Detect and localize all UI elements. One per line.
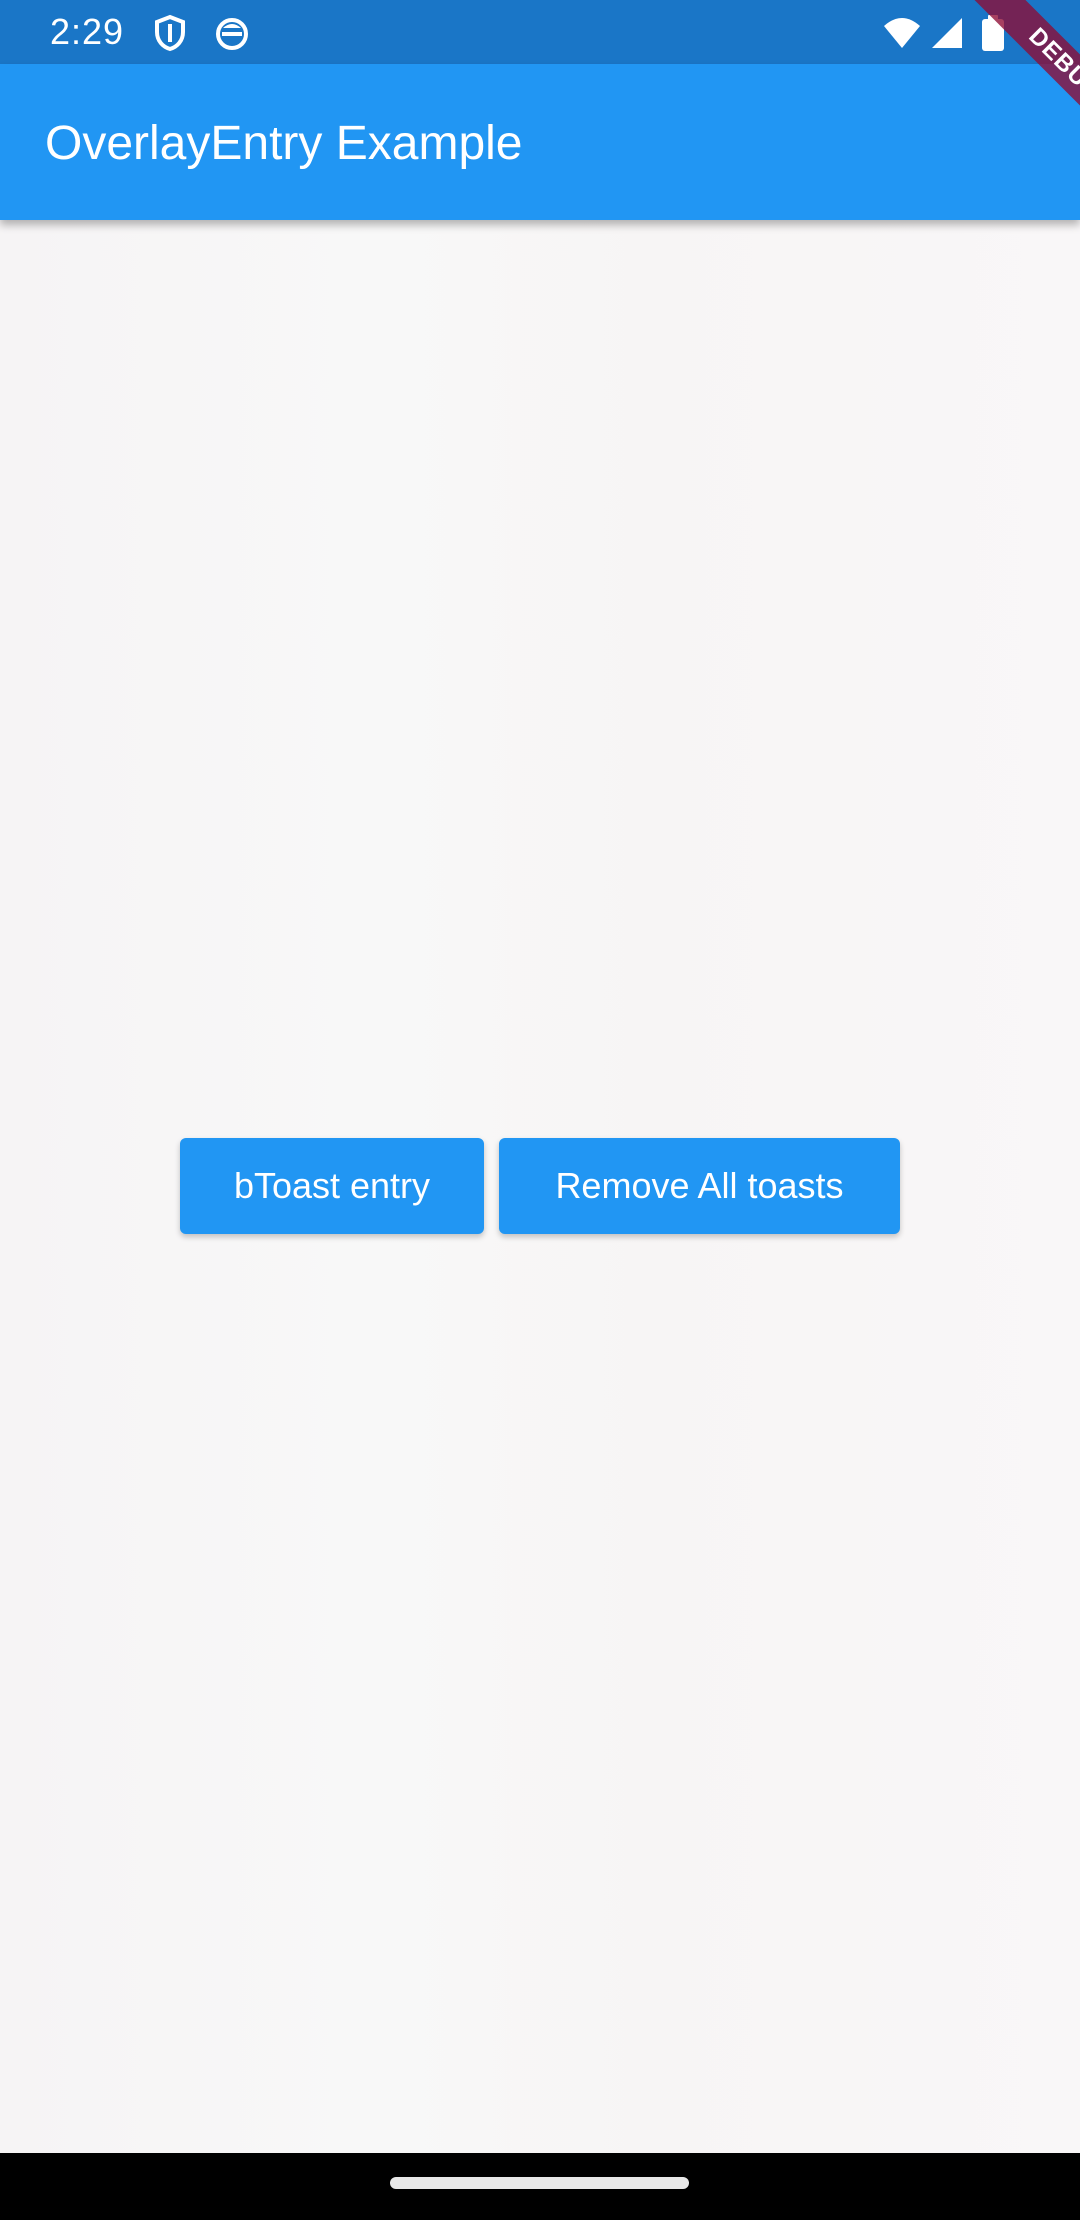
remove-all-toasts-button[interactable]: Remove All toasts — [499, 1138, 900, 1234]
main-content: bToast entry Remove All toasts — [0, 220, 1080, 2153]
shield-icon — [152, 14, 188, 52]
navigation-bar — [0, 2153, 1080, 2220]
status-bar: 2:29 — [0, 0, 1080, 64]
app-bar: OverlayEntry Example — [0, 64, 1080, 220]
app-title: OverlayEntry Example — [45, 117, 523, 170]
wifi-icon — [882, 14, 922, 52]
status-time: 2:29 — [50, 11, 125, 52]
debug-ribbon-label: DEBUG — [963, 0, 1080, 150]
debug-banner: DEBUG — [930, 0, 1080, 150]
toast-entry-button[interactable]: bToast entry — [180, 1138, 484, 1234]
cat-face-icon — [214, 14, 250, 52]
home-indicator[interactable] — [390, 2177, 689, 2189]
button-row: bToast entry Remove All toasts — [180, 1138, 900, 1234]
